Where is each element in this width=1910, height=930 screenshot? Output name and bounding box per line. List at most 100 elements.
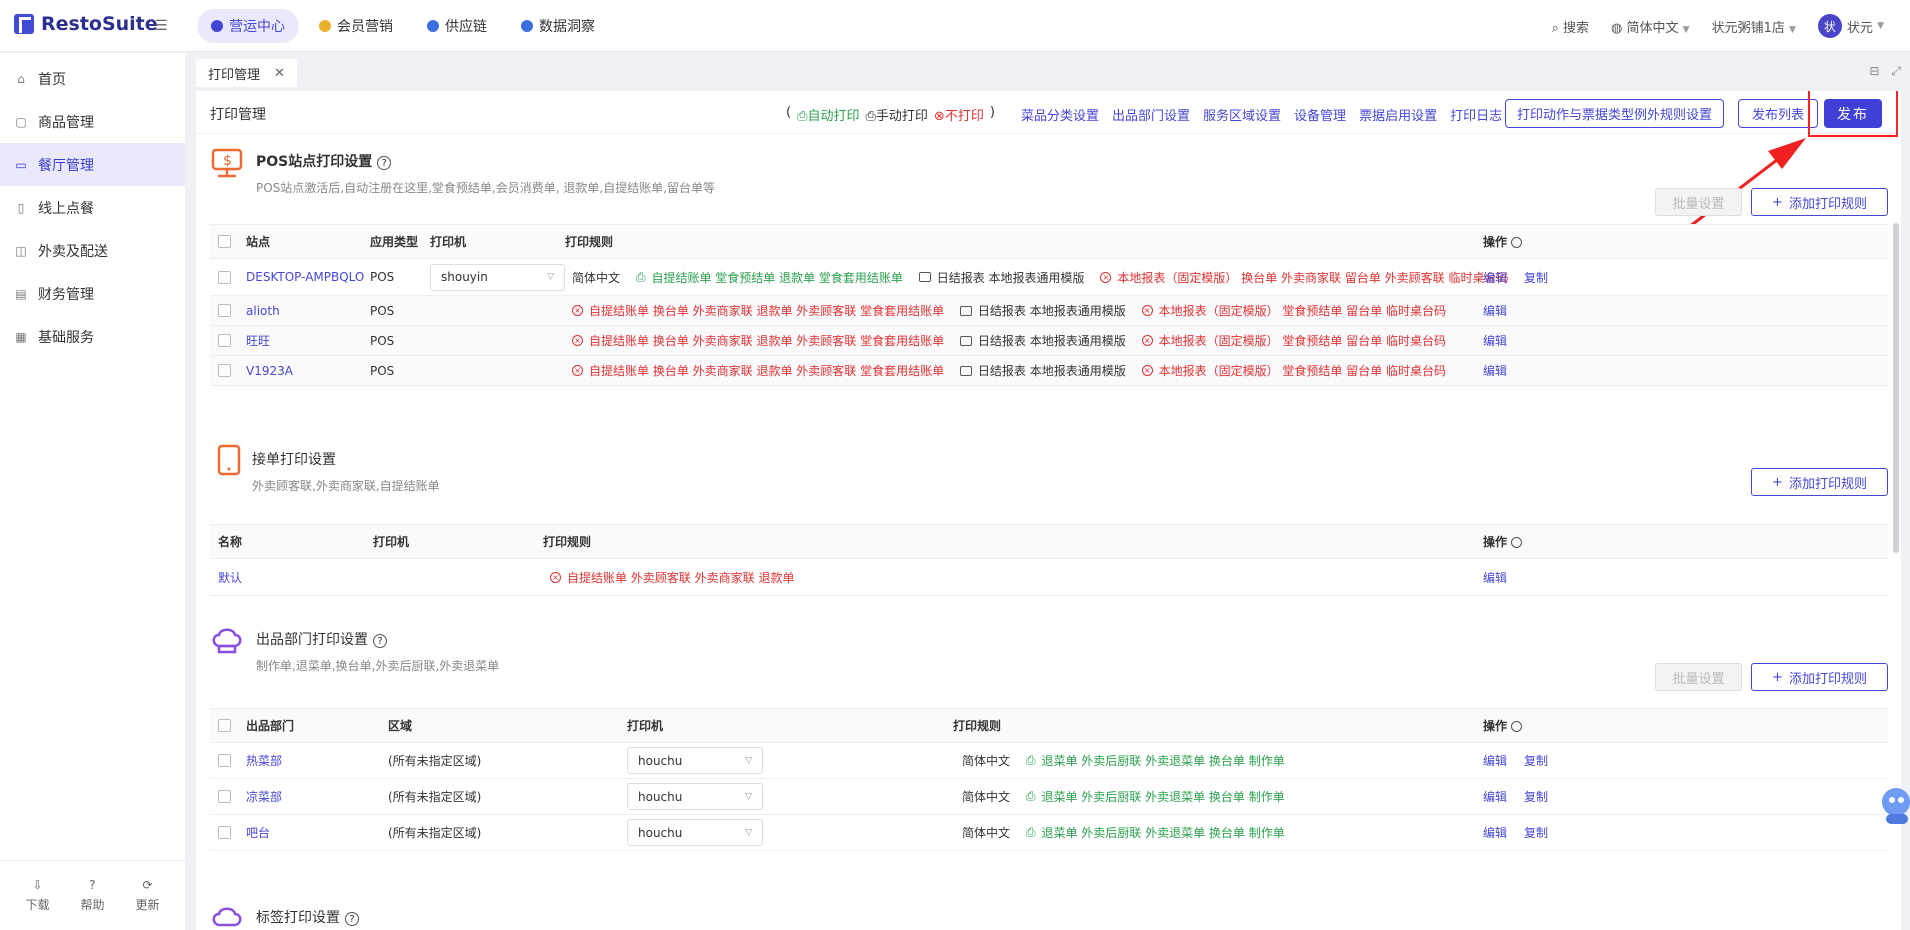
data-insights-icon: [521, 20, 533, 32]
printer-icon: ⎙: [865, 109, 876, 124]
edit-link[interactable]: 编辑: [1483, 779, 1507, 814]
gear-icon[interactable]: [1511, 237, 1523, 248]
edit-link[interactable]: 编辑: [1483, 326, 1507, 355]
scrollbar[interactable]: [1893, 223, 1899, 553]
edit-link[interactable]: 编辑: [1483, 356, 1507, 385]
svg-text:$: $: [223, 153, 232, 169]
publish-list-button[interactable]: 发布列表: [1738, 99, 1818, 128]
print-rules: × 自提结账单 换台单 外卖商家联 退款单 外卖顾客联 堂食套用结账单 日结报表 …: [572, 296, 1446, 325]
pos-table: 站点 应用类型 打印机 打印规则 操作 DESKTOP-AMPBQLO POS …: [210, 224, 1888, 386]
page-toolbar: 打印管理 ( ⎙自动打印 ⎙手动打印 ⊗不打印 ) 菜品分类设置 出品部门设置 …: [196, 91, 1901, 137]
search-button[interactable]: ⌕ 搜索: [1552, 17, 1589, 36]
pos-batch-button[interactable]: 批量设置: [1655, 188, 1742, 216]
dept-section-desc: 制作单,退菜单,换台单,外卖后厨联,外卖退菜单: [256, 659, 500, 673]
user-menu[interactable]: 状状元 ▼: [1817, 14, 1884, 38]
no-print-icon: ×: [572, 335, 583, 346]
row-checkbox[interactable]: [218, 270, 231, 284]
select-all-checkbox[interactable]: [218, 719, 231, 732]
dept-link[interactable]: 凉菜部: [246, 779, 282, 814]
site-link[interactable]: DESKTOP-AMPBQLO: [246, 259, 364, 295]
row-checkbox[interactable]: [218, 304, 231, 317]
auto-print-icon: ⎙: [797, 109, 808, 124]
close-icon[interactable]: ✕: [274, 66, 285, 81]
copy-link[interactable]: 复制: [1524, 259, 1548, 295]
row-checkbox[interactable]: [218, 334, 231, 347]
row-checkbox[interactable]: [218, 826, 231, 839]
topnav-operations[interactable]: 营运中心: [197, 9, 299, 43]
link-service-area[interactable]: 服务区域设置: [1203, 105, 1281, 124]
site-link[interactable]: 旺旺: [246, 326, 270, 355]
help-button[interactable]: ? 帮助: [80, 878, 104, 913]
dept-link[interactable]: 吧台: [246, 815, 270, 850]
sidebar-item-home[interactable]: ⌂ 首页: [0, 57, 185, 100]
pos-add-rule-button[interactable]: + 添加打印规则: [1751, 188, 1888, 216]
topnav-supply-chain[interactable]: 供应链: [413, 9, 501, 43]
help-icon[interactable]: ?: [377, 156, 392, 170]
dept-link[interactable]: 热菜部: [246, 743, 282, 778]
site-link[interactable]: alioth: [246, 296, 280, 325]
topnav-data-insights[interactable]: 数据洞察: [507, 9, 609, 43]
assistant-robot-icon[interactable]: [1876, 782, 1910, 828]
printer-select[interactable]: houchu ▽: [627, 747, 763, 774]
edit-link[interactable]: 编辑: [1483, 259, 1507, 295]
sidebar-item-basic-services[interactable]: ▦ 基础服务: [0, 315, 185, 358]
edit-link[interactable]: 编辑: [1483, 296, 1507, 325]
order-add-rule-button[interactable]: + 添加打印规则: [1751, 468, 1888, 496]
download-button[interactable]: ⇩ 下载: [25, 878, 49, 913]
sidebar-item-online-order[interactable]: ▯ 线上点餐: [0, 186, 185, 229]
edit-link[interactable]: 编辑: [1483, 743, 1507, 778]
box-icon: ▢: [15, 114, 27, 129]
link-dept-settings[interactable]: 出品部门设置: [1112, 105, 1190, 124]
language-select[interactable]: ◍ 简体中文 ▼: [1611, 17, 1690, 36]
link-receipt-enable[interactable]: 票据启用设置: [1359, 105, 1437, 124]
store-select[interactable]: 状元粥铺1店 ▼: [1712, 17, 1796, 36]
order-section-header: 接单打印设置 外卖顾客联,外卖商家联,自提结账单 + 添加打印规则: [210, 444, 1888, 504]
dept-batch-button[interactable]: 批量设置: [1655, 663, 1742, 691]
logo-icon: [14, 14, 34, 34]
link-device-management[interactable]: 设备管理: [1294, 105, 1346, 124]
collapse-sidebar-icon[interactable]: ☰: [155, 18, 171, 34]
copy-link[interactable]: 复制: [1524, 779, 1548, 814]
lock-icon[interactable]: ⊟: [1869, 64, 1879, 79]
printer-select[interactable]: shouyin ▽: [430, 263, 565, 291]
home-icon: ⌂: [17, 71, 25, 86]
fullscreen-icon[interactable]: ⤢: [1891, 64, 1901, 79]
rule-name-link[interactable]: 默认: [218, 559, 242, 595]
table-row: 吧台 (所有未指定区域) houchu ▽ 简体中文 ⎙ 退菜单 外卖后厨联 外卖退…: [210, 815, 1888, 851]
dept-add-rule-button[interactable]: + 添加打印规则: [1751, 663, 1888, 691]
dept-section-header: 出品部门打印设置? 制作单,退菜单,换台单,外卖后厨联,外卖退菜单 批量设置 +…: [210, 624, 1888, 691]
tab-print-management[interactable]: 打印管理 ✕: [196, 59, 297, 87]
gear-icon[interactable]: [1511, 537, 1523, 548]
logo[interactable]: RestoSuite: [14, 13, 158, 35]
help-icon[interactable]: ?: [373, 634, 387, 648]
pos-table-header: 站点 应用类型 打印机 打印规则 操作: [210, 225, 1888, 259]
supply-chain-icon: [427, 20, 439, 32]
sidebar-item-delivery[interactable]: ◫ 外卖及配送: [0, 229, 185, 272]
edit-link[interactable]: 编辑: [1483, 815, 1507, 850]
row-checkbox[interactable]: [218, 364, 231, 377]
bag-icon: ◫: [15, 243, 27, 258]
printer-select[interactable]: houchu ▽: [627, 819, 763, 846]
row-checkbox[interactable]: [218, 754, 231, 767]
site-link[interactable]: V1923A: [246, 356, 293, 385]
printer-select[interactable]: houchu ▽: [627, 783, 763, 810]
chevron-down-icon: ▼: [1789, 24, 1796, 35]
row-checkbox[interactable]: [218, 790, 231, 803]
sidebar-item-restaurant[interactable]: ▭ 餐厅管理: [0, 143, 185, 186]
edit-link[interactable]: 编辑: [1483, 559, 1507, 595]
no-print-icon: ×: [1141, 305, 1153, 316]
order-section-desc: 外卖顾客联,外卖商家联,自提结账单: [252, 479, 440, 493]
copy-link[interactable]: 复制: [1524, 743, 1548, 778]
gear-icon[interactable]: [1511, 721, 1523, 732]
help-icon[interactable]: ?: [345, 912, 359, 926]
link-print-log[interactable]: 打印日志: [1450, 105, 1502, 124]
link-dish-category[interactable]: 菜品分类设置: [1021, 105, 1099, 124]
sidebar-item-finance[interactable]: ▤ 财务管理: [0, 272, 185, 315]
highlight-box: [1808, 91, 1898, 137]
exception-rules-button[interactable]: 打印动作与票据类型例外规则设置: [1505, 99, 1724, 128]
update-button[interactable]: ⟳ 更新: [135, 878, 159, 913]
topnav-member-marketing[interactable]: 会员营销: [305, 9, 407, 43]
select-all-checkbox[interactable]: [218, 235, 231, 248]
sidebar-item-products[interactable]: ▢ 商品管理: [0, 100, 185, 143]
copy-link[interactable]: 复制: [1524, 815, 1548, 850]
